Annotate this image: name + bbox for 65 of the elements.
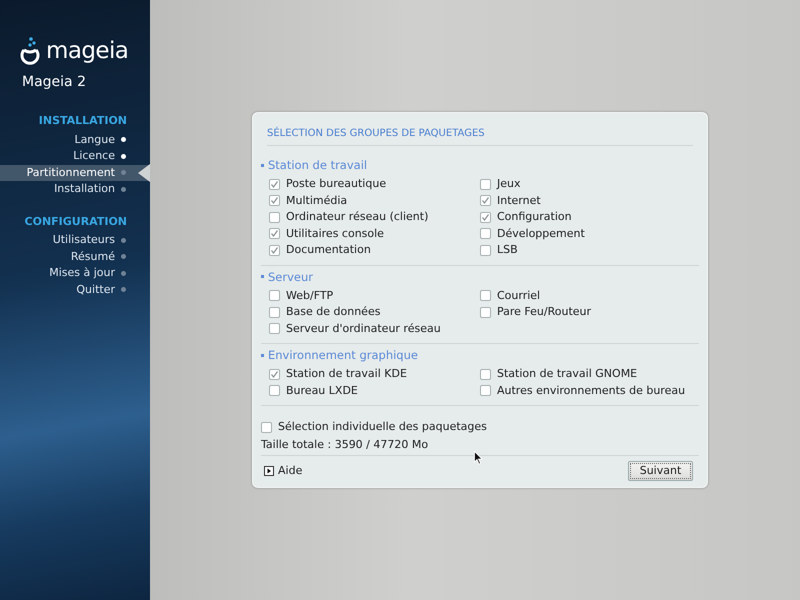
checkbox[interactable]	[261, 422, 272, 433]
checkbox-label: Poste bureautique	[286, 176, 386, 192]
bullet-icon	[261, 275, 264, 278]
checkbox-label: Base de données	[286, 304, 380, 320]
checkbox[interactable]	[269, 195, 280, 206]
total-size-label: Taille totale : 3590 / 47720 Mo	[261, 436, 430, 452]
checkbox[interactable]	[269, 368, 280, 380]
checkbox-label: Web/FTP	[286, 288, 334, 304]
checkbox[interactable]	[480, 385, 491, 396]
step-label: Licence	[73, 148, 115, 164]
checkbox[interactable]	[269, 178, 280, 190]
checkbox[interactable]	[480, 195, 491, 206]
checkbox-label: Jeux	[497, 176, 520, 192]
checkbox-label: Documentation	[286, 242, 371, 258]
checkbox-label: Pare Feu/Routeur	[497, 304, 592, 320]
checkbox[interactable]	[269, 212, 280, 223]
checkbox-label: Autres environnements de bureau	[497, 382, 686, 398]
checkbox-label: Développement	[497, 226, 585, 242]
step-label: Quitter	[76, 282, 115, 298]
step-label: Utilisateurs	[52, 232, 115, 248]
logo-text: mageia	[46, 40, 128, 62]
checkbox-label: Courriel	[497, 288, 540, 304]
checkbox[interactable]	[269, 290, 280, 302]
step-section-title: CONFIGURATION	[24, 214, 128, 230]
checkbox[interactable]	[269, 228, 280, 240]
group-title: Serveur	[268, 268, 314, 284]
checkbox-label: Station de travail GNOME	[497, 366, 638, 382]
checkbox-label: Ordinateur réseau (client)	[286, 209, 428, 225]
step-label: Mises à jour	[49, 265, 115, 281]
step-label: Langue	[74, 132, 115, 148]
checkbox-label: Sélection individuelle des paquetages	[278, 419, 487, 435]
checkbox[interactable]	[269, 306, 280, 318]
checkbox[interactable]	[480, 228, 491, 240]
checkbox[interactable]	[480, 212, 491, 223]
checkbox[interactable]	[480, 244, 491, 256]
step-section-title: INSTALLATION	[38, 113, 128, 129]
step-label: Installation	[54, 181, 115, 197]
step-label: Résumé	[70, 248, 115, 264]
dialog-title: SÉLECTION DES GROUPES DE PAQUETAGES	[267, 128, 485, 139]
pointer-arrow-icon	[138, 164, 150, 182]
checkbox[interactable]	[480, 178, 491, 190]
checkbox-label: LSB	[497, 242, 518, 258]
checkbox-label: Station de travail KDE	[286, 366, 407, 382]
version-label: Mageia 2	[21, 73, 87, 92]
step-label: Partitionnement	[26, 164, 115, 180]
checkbox-label: Serveur d'ordinateur réseau	[286, 320, 441, 336]
bullet-icon	[261, 164, 264, 166]
checkbox-label: Utilitaires console	[286, 226, 384, 242]
group-title: Station de travail	[268, 157, 368, 173]
checkbox[interactable]	[480, 290, 491, 302]
checkbox-label: Bureau LXDE	[286, 382, 358, 398]
checkbox[interactable]	[269, 244, 280, 256]
checkbox[interactable]	[269, 385, 280, 396]
help-button[interactable]: Aide	[264, 462, 302, 480]
group-title: Environnement graphique	[268, 347, 418, 363]
checkbox[interactable]	[269, 323, 280, 334]
checkbox[interactable]	[480, 368, 491, 380]
next-button[interactable]: Suivant	[628, 461, 693, 481]
bullet-icon	[261, 354, 264, 356]
logo-icon	[18, 36, 42, 66]
mouse-cursor-icon	[474, 451, 483, 465]
checkbox[interactable]	[480, 306, 491, 318]
checkbox-label: Multimédia	[286, 192, 348, 208]
checkbox-label: Configuration	[497, 209, 572, 225]
checkbox-label: Internet	[497, 192, 541, 208]
